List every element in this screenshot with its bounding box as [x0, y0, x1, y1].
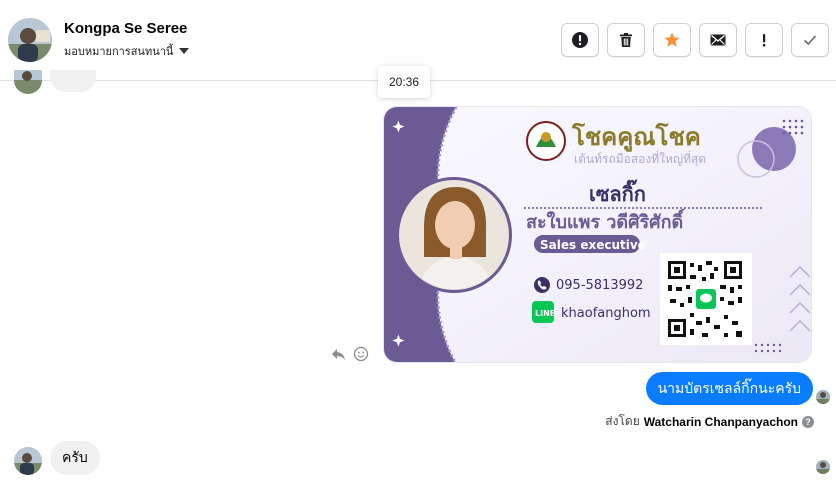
seen-avatar	[816, 390, 830, 404]
outgoing-message-bubble[interactable]: นามบัตรเซลล์กิ๊กนะครับ	[645, 372, 813, 405]
sent-by-prefix: ส่งโดย	[605, 414, 640, 428]
checkmark-icon	[803, 35, 817, 46]
brand-tagline: เต้นท์รถมือสองที่ใหญ่ที่สุด	[574, 150, 706, 167]
sales-nickname: เซลกิ๊ก	[589, 179, 646, 206]
report-spam-button[interactable]	[561, 23, 599, 57]
reply-icon[interactable]	[331, 346, 347, 362]
mark-done-button[interactable]	[791, 23, 829, 57]
sales-role: Sales executive	[540, 238, 646, 252]
phone-icon	[534, 277, 550, 293]
follow-up-button[interactable]	[653, 23, 691, 57]
mark-unread-button[interactable]	[699, 23, 737, 57]
sales-line-id: khaofanghom	[561, 306, 651, 321]
envelope-icon	[710, 34, 726, 46]
seen-avatar	[816, 460, 830, 474]
assign-conversation-dropdown[interactable]: มอบหมายการสนทนานี้	[64, 42, 190, 60]
conversation-toolbar	[561, 23, 829, 57]
exclamation-circle-icon	[572, 32, 588, 48]
incoming-message-bubble[interactable]: ครับ	[50, 441, 100, 475]
contact-avatar-small[interactable]	[14, 70, 42, 94]
contact-name[interactable]: Kongpa Se Seree	[64, 20, 187, 37]
brand-title: โชคคูณโชค	[571, 122, 701, 152]
star-icon	[664, 32, 680, 47]
exclamation-icon	[762, 34, 766, 47]
sales-phone: 095-5813992	[556, 278, 643, 293]
mark-important-button[interactable]	[745, 23, 783, 57]
contact-avatar-small[interactable]	[14, 447, 42, 475]
question-mark-icon[interactable]: ?	[802, 415, 814, 428]
assign-conversation-label: มอบหมายการสนทนานี้	[64, 45, 174, 58]
trash-icon	[620, 33, 632, 47]
emoji-reaction-icon[interactable]	[353, 346, 369, 362]
sales-full-name: สะใบแพร วดีศิริศักดิ์	[526, 208, 685, 233]
message-hover-actions	[331, 346, 369, 362]
line-badge-label: LINE	[535, 309, 555, 318]
caret-down-icon	[179, 48, 190, 54]
timestamp-tooltip: 20:36	[378, 66, 430, 98]
business-card-image[interactable]: โชคคูณโชค เต้นท์รถมือสองที่ใหญ่ที่สุด เซ…	[383, 106, 812, 363]
delete-button[interactable]	[607, 23, 645, 57]
sent-by-info: ส่งโดย Watcharin Chanpanyachon ?	[605, 412, 814, 431]
conversation-panel: Kongpa Se Seree มอบหมายการสนทนานี้ 20:36…	[0, 0, 836, 502]
sent-by-name: Watcharin Chanpanyachon	[643, 414, 798, 429]
previous-message-bubble[interactable]	[50, 70, 96, 92]
contact-avatar[interactable]	[8, 18, 52, 62]
